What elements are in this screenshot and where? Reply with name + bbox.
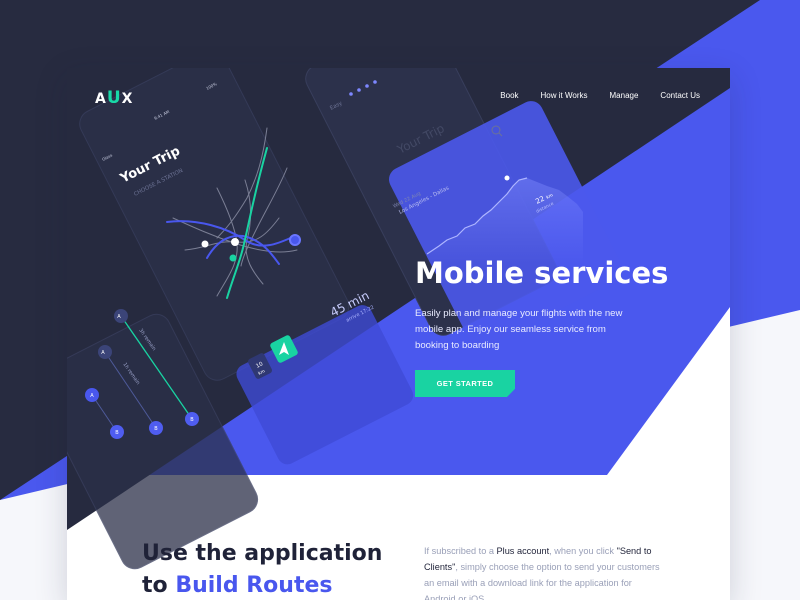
stop-b1: B	[190, 417, 194, 423]
get-started-button[interactable]: GET STARTED	[415, 370, 515, 397]
nav-manage[interactable]: Manage	[610, 91, 639, 100]
hero-description: Easily plan and manage your flights with…	[415, 308, 623, 351]
section-title-prefix: to	[142, 573, 168, 598]
logo-letter-u: U	[106, 88, 122, 108]
nav-how-it-works[interactable]: How it Works	[541, 91, 588, 100]
stop-a3: A	[90, 393, 94, 399]
section-text-2: , when you click	[549, 546, 614, 556]
stop-a2: A	[101, 350, 105, 356]
section-text-1: If subscribed to a	[424, 546, 494, 556]
logo-letter-x: X	[121, 91, 134, 107]
hero-title: Mobile services	[415, 256, 669, 290]
plus-account-text: Plus account	[496, 546, 550, 556]
stop-b3: B	[115, 430, 119, 436]
stop-a1: A	[117, 314, 121, 320]
landing-card: Your Trip CHOOSE A STATION Your Trip Wed…	[67, 68, 730, 600]
nav-contact-us[interactable]: Contact Us	[660, 91, 700, 100]
nav-book[interactable]: Book	[500, 91, 518, 100]
main-nav: Book How it Works Manage Contact Us	[500, 91, 700, 100]
section-title: Use the application to Build Routes	[142, 538, 382, 600]
stop-b2: B	[154, 426, 158, 432]
section-text-3: , simply choose the option to send your …	[424, 562, 660, 600]
section-text: If subscribed to a Plus account, when yo…	[424, 543, 664, 600]
logo-letter-a: A	[95, 91, 107, 107]
logo[interactable]: AUX	[95, 88, 133, 108]
section-title-accent: Build Routes	[175, 573, 333, 598]
section-title-line1: Use the application	[142, 541, 383, 566]
